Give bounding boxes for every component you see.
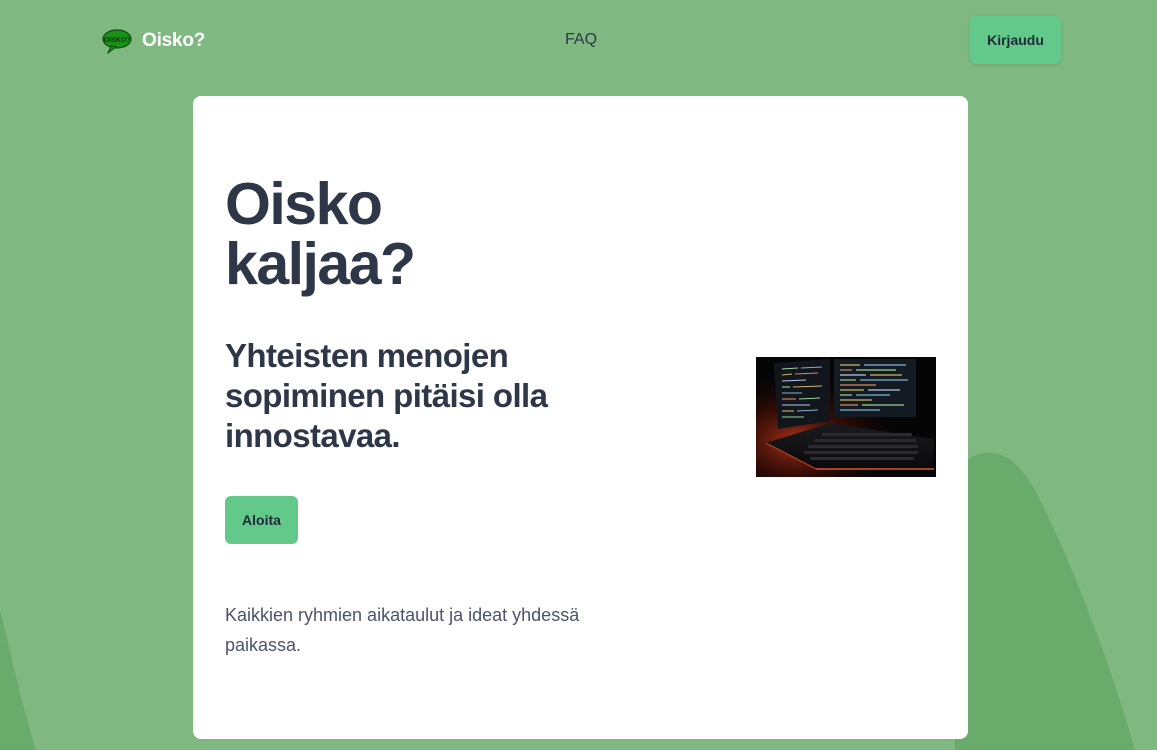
hero-title: Oisko kaljaa? — [225, 174, 625, 294]
brand-link[interactable]: OISKO? Oisko? — [102, 26, 205, 56]
hero-subtitle-line: sopiminen pitäisi olla — [225, 377, 548, 414]
start-button[interactable]: Aloita — [225, 496, 298, 544]
brand-name: Oisko? — [142, 30, 206, 51]
hero-subtitle-line: Yhteisten menojen — [225, 337, 509, 374]
nav-faq-link[interactable]: FAQ — [565, 31, 597, 49]
page: OISKO? Oisko? FAQ Kirjaudu Oisko kaljaa?… — [0, 0, 1157, 750]
hero-description: Kaikkien ryhmien aikataulut ja ideat yhd… — [225, 600, 645, 660]
login-button[interactable]: Kirjaudu — [970, 16, 1061, 64]
laptop-code-photo — [756, 357, 936, 477]
hero-description-line: paikassa. — [225, 635, 302, 655]
hero-title-line: kaljaa? — [225, 231, 416, 297]
hero-description-line: Kaikkien ryhmien aikataulut ja ideat yhd… — [225, 605, 580, 625]
speech-bubble-logo-icon: OISKO? — [102, 29, 132, 54]
hero-subtitle: Yhteisten menojen sopiminen pitäisi olla… — [225, 336, 645, 456]
hero-subtitle-line: innostavaa. — [225, 417, 401, 454]
hero-card: Oisko kaljaa? Yhteisten menojen sopimine… — [193, 96, 968, 739]
hero-title-line: Oisko — [225, 171, 383, 237]
logo-text: OISKO? — [104, 37, 131, 44]
top-navbar: OISKO? Oisko? FAQ Kirjaudu — [0, 0, 1157, 80]
